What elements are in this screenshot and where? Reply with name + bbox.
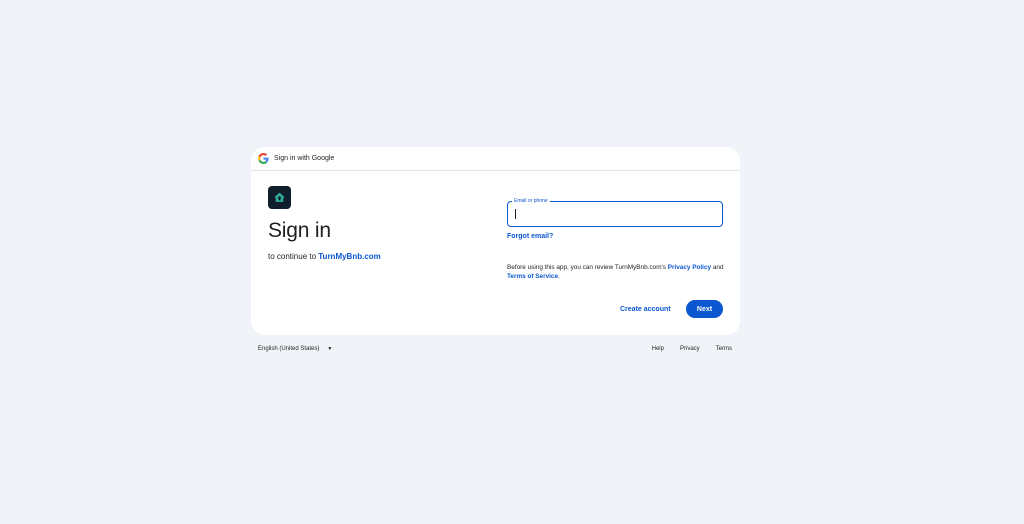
text-caret [515, 209, 516, 219]
notice-text-1: Before using this app, you can review Tu… [507, 264, 668, 271]
caret-down-icon: ▼ [327, 346, 333, 352]
sign-in-card: Sign in with Google Sign in to continue … [251, 147, 740, 335]
house-icon [274, 192, 285, 202]
language-label: English (United States) [258, 346, 320, 352]
footer-links: Help Privacy Terms [636, 346, 732, 352]
privacy-notice: Before using this app, you can review Tu… [507, 263, 727, 281]
privacy-policy-link[interactable]: Privacy Policy [668, 264, 711, 271]
subtitle: to continue to TurnMyBnb.com [268, 252, 381, 261]
notice-text-2: and [711, 264, 724, 271]
card-header: Sign in with Google [251, 147, 740, 171]
next-button[interactable]: Next [686, 300, 723, 318]
forgot-email-link[interactable]: Forgot email? [507, 233, 553, 240]
email-field[interactable]: Email or phone [507, 197, 723, 227]
app-link[interactable]: TurnMyBnb.com [318, 252, 381, 261]
subtitle-prefix: to continue to [268, 252, 319, 261]
notice-text-3: . [558, 273, 560, 280]
email-field-label: Email or phone [512, 197, 550, 205]
language-selector[interactable]: English (United States) ▼ [258, 346, 332, 352]
google-g-icon [258, 153, 269, 164]
app-logo [268, 186, 291, 209]
terms-of-service-link[interactable]: Terms of Service [507, 273, 558, 280]
email-input[interactable] [508, 202, 722, 226]
footer: English (United States) ▼ Help Privacy T… [251, 345, 740, 357]
create-account-button[interactable]: Create account [613, 301, 678, 317]
header-title: Sign in with Google [274, 155, 335, 162]
footer-terms-link[interactable]: Terms [716, 346, 732, 352]
page-title: Sign in [268, 219, 331, 242]
footer-help-link[interactable]: Help [652, 346, 664, 352]
footer-privacy-link[interactable]: Privacy [680, 346, 700, 352]
